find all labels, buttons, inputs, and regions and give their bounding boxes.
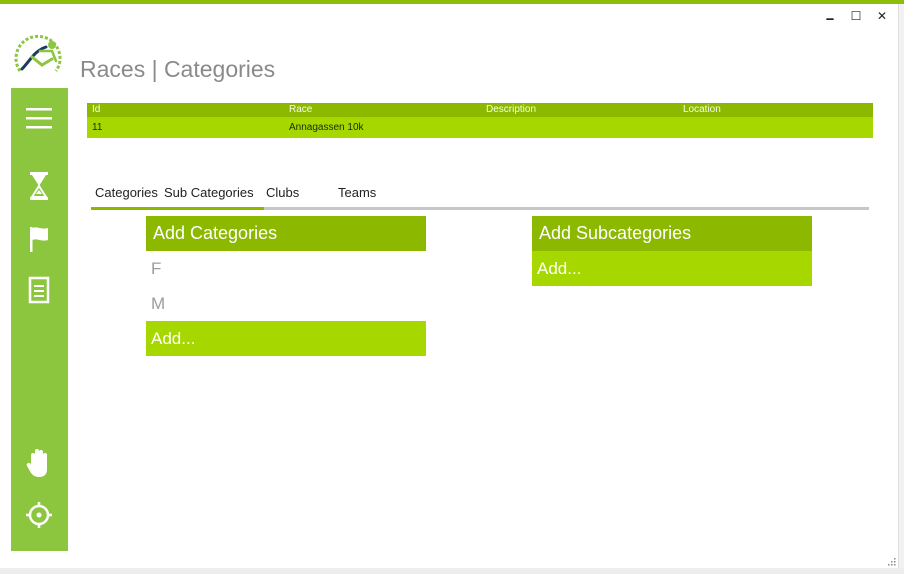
tab-clubs[interactable]: Clubs	[266, 185, 299, 200]
sidebar-item-results[interactable]	[23, 274, 55, 306]
categories-panel: Add Categories F M Add...	[146, 216, 426, 356]
categories-panel-title: Add Categories	[146, 216, 426, 251]
settings-icon	[26, 502, 52, 528]
sidebar-item-races[interactable]	[23, 223, 55, 255]
subcategories-panel: Add Subcategories Add...	[532, 216, 812, 286]
flag-icon	[30, 227, 48, 252]
column-header-description[interactable]: Description	[481, 103, 678, 117]
active-tab-indicator	[91, 207, 264, 210]
hourglass-icon	[30, 172, 48, 200]
column-header-race[interactable]: Race	[284, 103, 481, 117]
races-table: Id Race Description Location 11 Annagass…	[87, 103, 873, 138]
resize-grip-icon[interactable]	[886, 556, 896, 566]
document-icon	[28, 276, 50, 304]
hand-icon	[26, 449, 47, 477]
tab-categories[interactable]: Categories	[95, 185, 158, 200]
column-header-id[interactable]: Id	[87, 103, 284, 117]
window-top-border	[0, 0, 904, 4]
window-right-edge	[898, 4, 904, 574]
close-button[interactable]: ✕	[874, 9, 890, 30]
sidebar-item-stop[interactable]	[23, 447, 55, 479]
tab-sub-categories[interactable]: Sub Categories	[164, 185, 254, 200]
cell-race: Annagassen 10k	[289, 122, 364, 133]
sidebar-item-settings[interactable]	[23, 499, 55, 531]
maximize-button[interactable]: ☐	[848, 9, 864, 30]
sidebar-item-menu[interactable]	[23, 102, 55, 134]
list-item[interactable]: F	[146, 251, 426, 286]
add-category-button[interactable]: Add...	[146, 321, 426, 356]
cell-id: 11	[92, 122, 103, 133]
table-header: Id Race Description Location	[87, 103, 873, 117]
subcategories-panel-title: Add Subcategories	[532, 216, 812, 251]
window-bottom-edge	[0, 568, 904, 574]
add-subcategory-button[interactable]: Add...	[532, 251, 812, 286]
minimize-button[interactable]: 🗕	[822, 9, 838, 30]
column-header-location[interactable]: Location	[678, 103, 873, 117]
tab-bar: Categories Sub Categories Clubs Teams	[91, 182, 869, 210]
table-row[interactable]: 11 Annagassen 10k	[87, 117, 873, 138]
app-logo	[14, 34, 62, 72]
sidebar	[11, 88, 68, 551]
page-title: Races | Categories	[80, 56, 276, 82]
menu-icon	[26, 108, 52, 129]
tab-teams[interactable]: Teams	[338, 185, 376, 200]
window-controls: 🗕 ☐ ✕	[822, 9, 890, 30]
list-item[interactable]: M	[146, 286, 426, 321]
sidebar-item-timing[interactable]	[23, 170, 55, 202]
